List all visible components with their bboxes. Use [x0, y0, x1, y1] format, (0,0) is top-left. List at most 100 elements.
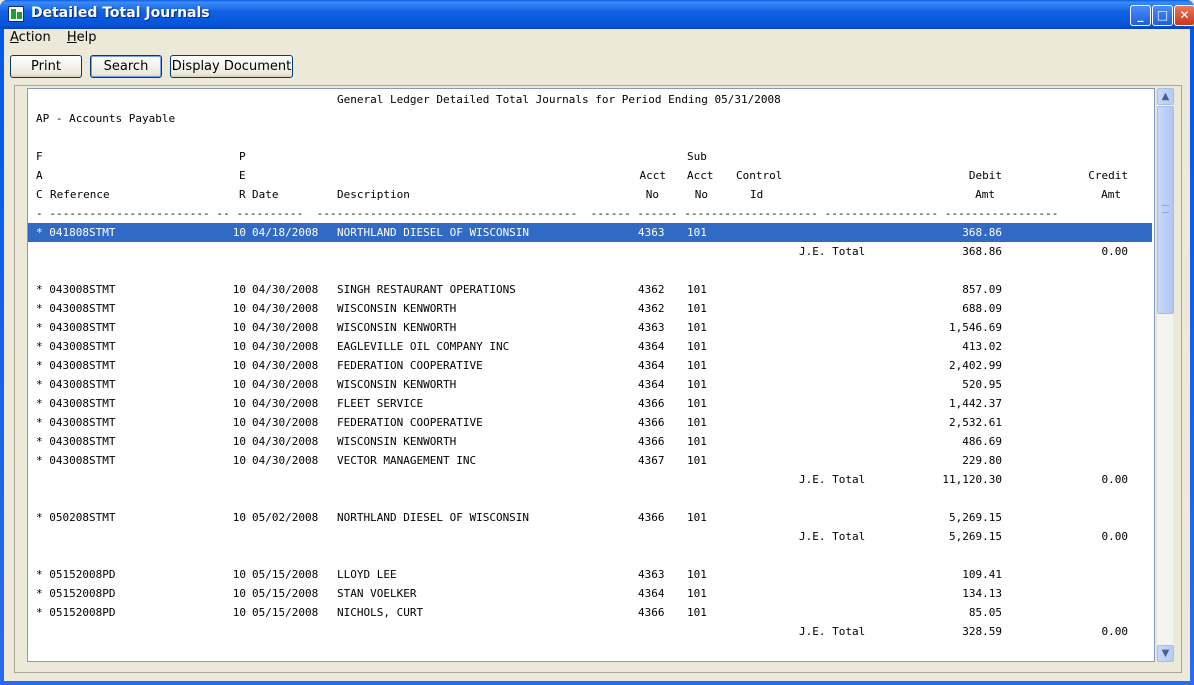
journal-row[interactable]: * 043008STMT 10 04/30/2008 EAGLEVILLE OIL C… [28, 337, 1152, 356]
column-separator: - ------------------------ -- ----------… [36, 207, 1059, 220]
close-button[interactable]: ✕ [1174, 5, 1194, 26]
cell-reference: * 043008STMT [36, 283, 116, 296]
cell-sub-acct-no: 101 [687, 568, 707, 581]
cell-reference: * 043008STMT [36, 359, 116, 372]
minimize-button[interactable]: _ [1130, 5, 1151, 26]
journal-row[interactable]: * 05152008PD 10 05/15/2008 LLOYD LEE 4363 101… [28, 565, 1152, 584]
cell-debit-amt: 688.09 [962, 302, 1002, 315]
cell-total-debit: 11,120.30 [942, 473, 1002, 486]
cell-period: 10 [232, 416, 246, 429]
cell-period: 10 [232, 359, 246, 372]
menu-help[interactable]: Help [67, 29, 97, 47]
scroll-up-icon[interactable]: ▲ [1157, 88, 1174, 105]
journal-row[interactable]: * 043008STMT 10 04/30/2008 FEDERATION COOPE… [28, 413, 1152, 432]
cell-description: STAN VOELKER [337, 587, 417, 600]
cell-sub-acct-no: 101 [687, 226, 707, 239]
cell-description: VECTOR MANAGEMENT INC [337, 454, 477, 467]
cell-date: 05/15/2008 [252, 606, 319, 619]
cell-acct-no: 4364 [638, 359, 665, 372]
report-title: General Ledger Detailed Total Journals f… [337, 93, 781, 106]
cell-sub-acct-no: 101 [687, 454, 707, 467]
cell-date: 04/30/2008 [252, 340, 319, 353]
scroll-down-icon[interactable]: ▼ [1157, 645, 1174, 662]
maximize-button[interactable]: □ [1152, 5, 1173, 26]
window-client: Action Help Print Search Display Documen… [4, 29, 1190, 681]
cell-total-debit: 5,269.15 [949, 530, 1002, 543]
cell-sub-acct-no: 101 [687, 587, 707, 600]
cell-sub-acct-no: 101 [687, 435, 707, 448]
journal-row[interactable]: * 043008STMT 10 04/30/2008 WISCONSIN KENWOR… [28, 299, 1152, 318]
cell-period: 10 [232, 397, 246, 410]
display-document-button[interactable]: Display Document [170, 55, 293, 78]
journal-row[interactable]: * 041808STMT 10 04/18/2008 NORTHLAND DIESEL… [28, 223, 1152, 242]
cell-description: FEDERATION COOPERATIVE [337, 359, 483, 372]
journal-row[interactable]: * 050208STMT 10 05/02/2008 NORTHLAND DIESEL… [28, 508, 1152, 527]
journal-row[interactable]: * 043008STMT 10 04/30/2008 FLEET SERVICE 436… [28, 394, 1152, 413]
cell-total-credit: 0.00 [1101, 530, 1129, 543]
journal-row[interactable]: * 05152008PD 10 05/15/2008 STAN VOELKER 4364… [28, 584, 1152, 603]
title-bar[interactable]: Detailed Total Journals _ □ ✕ [0, 0, 1194, 29]
je-total-row[interactable]: J.E. Total 11,120.30 0.00 [28, 470, 1152, 489]
cell-debit-amt: 368.86 [962, 226, 1002, 239]
cell-date: 04/30/2008 [252, 359, 319, 372]
cell-acct-no: 4363 [638, 226, 665, 239]
cell-reference: * 043008STMT [36, 397, 116, 410]
blank-row [28, 489, 1152, 508]
cell-acct-no: 4366 [638, 435, 665, 448]
cell-date: 04/30/2008 [252, 416, 319, 429]
print-button[interactable]: Print [10, 55, 82, 78]
cell-debit-amt: 857.09 [962, 283, 1002, 296]
journal-name: AP - Accounts Payable [36, 112, 176, 125]
cell-total-credit: 0.00 [1101, 625, 1129, 638]
cell-total-credit: 0.00 [1101, 473, 1129, 486]
search-button[interactable]: Search [90, 55, 162, 78]
cell-sub-acct-no: 101 [687, 283, 707, 296]
cell-reference: * 043008STMT [36, 435, 116, 448]
cell-date: 04/30/2008 [252, 302, 319, 315]
cell-period: 10 [232, 435, 246, 448]
grip-icon [1162, 205, 1169, 213]
cell-date: 04/18/2008 [252, 226, 319, 239]
cell-description: NICHOLS, CURT [337, 606, 424, 619]
cell-date: 04/30/2008 [252, 397, 319, 410]
vertical-scrollbar[interactable]: ▲ ▼ [1156, 88, 1174, 662]
je-total-row[interactable]: J.E. Total 328.59 0.00 [28, 622, 1152, 641]
cell-description: NORTHLAND DIESEL OF WISCONSIN [337, 226, 530, 239]
cell-sub-acct-no: 101 [687, 302, 707, 315]
journal-row[interactable]: * 043008STMT 10 04/30/2008 VECTOR MANAGEMEN… [28, 451, 1152, 470]
menu-action[interactable]: Action [10, 29, 51, 47]
journal-row[interactable]: * 043008STMT 10 04/30/2008 SINGH RESTAURANT… [28, 280, 1152, 299]
cell-description: WISCONSIN KENWORTH [337, 435, 457, 448]
cell-acct-no: 4367 [638, 454, 665, 467]
cell-acct-no: 4362 [638, 283, 665, 296]
journal-row[interactable]: * 043008STMT 10 04/30/2008 WISCONSIN KENWOR… [28, 432, 1152, 451]
column-header-2: A E Acct Acct Control Debit Credit [36, 169, 1128, 182]
journal-row[interactable]: * 043008STMT 10 04/30/2008 WISCONSIN KENWOR… [28, 375, 1152, 394]
scroll-thumb[interactable] [1157, 106, 1174, 314]
cell-description: LLOYD LEE [337, 568, 397, 581]
je-total-row[interactable]: J.E. Total 5,269.15 0.00 [28, 527, 1152, 546]
cell-debit-amt: 134.13 [962, 587, 1002, 600]
cell-debit-amt: 486.69 [962, 435, 1002, 448]
cell-description: EAGLEVILLE OIL COMPANY INC [337, 340, 510, 353]
cell-sub-acct-no: 101 [687, 359, 707, 372]
column-header-1: F P Sub [36, 150, 707, 163]
cell-reference: * 05152008PD [36, 587, 116, 600]
report-frame: General Ledger Detailed Total Journals f… [14, 85, 1182, 673]
journal-row[interactable]: * 043008STMT 10 04/30/2008 FEDERATION COOPE… [28, 356, 1152, 375]
cell-date: 04/30/2008 [252, 283, 319, 296]
report-view[interactable]: General Ledger Detailed Total Journals f… [27, 88, 1155, 662]
journal-row[interactable]: * 043008STMT 10 04/30/2008 WISCONSIN KENWOR… [28, 318, 1152, 337]
je-total-row[interactable]: J.E. Total 368.86 0.00 [28, 242, 1152, 261]
cell-debit-amt: 229.80 [962, 454, 1002, 467]
journal-row[interactable]: * 05152008PD 10 05/15/2008 NICHOLS, CURT 436… [28, 603, 1152, 622]
cell-acct-no: 4363 [638, 568, 665, 581]
cell-acct-no: 4363 [638, 321, 665, 334]
cell-reference: * 05152008PD [36, 606, 116, 619]
cell-debit-amt: 85.05 [968, 606, 1002, 619]
cell-date: 04/30/2008 [252, 454, 319, 467]
cell-total-label: J.E. Total [799, 473, 866, 486]
cell-total-label: J.E. Total [799, 245, 866, 258]
cell-debit-amt: 5,269.15 [949, 511, 1002, 524]
cell-debit-amt: 413.02 [962, 340, 1002, 353]
